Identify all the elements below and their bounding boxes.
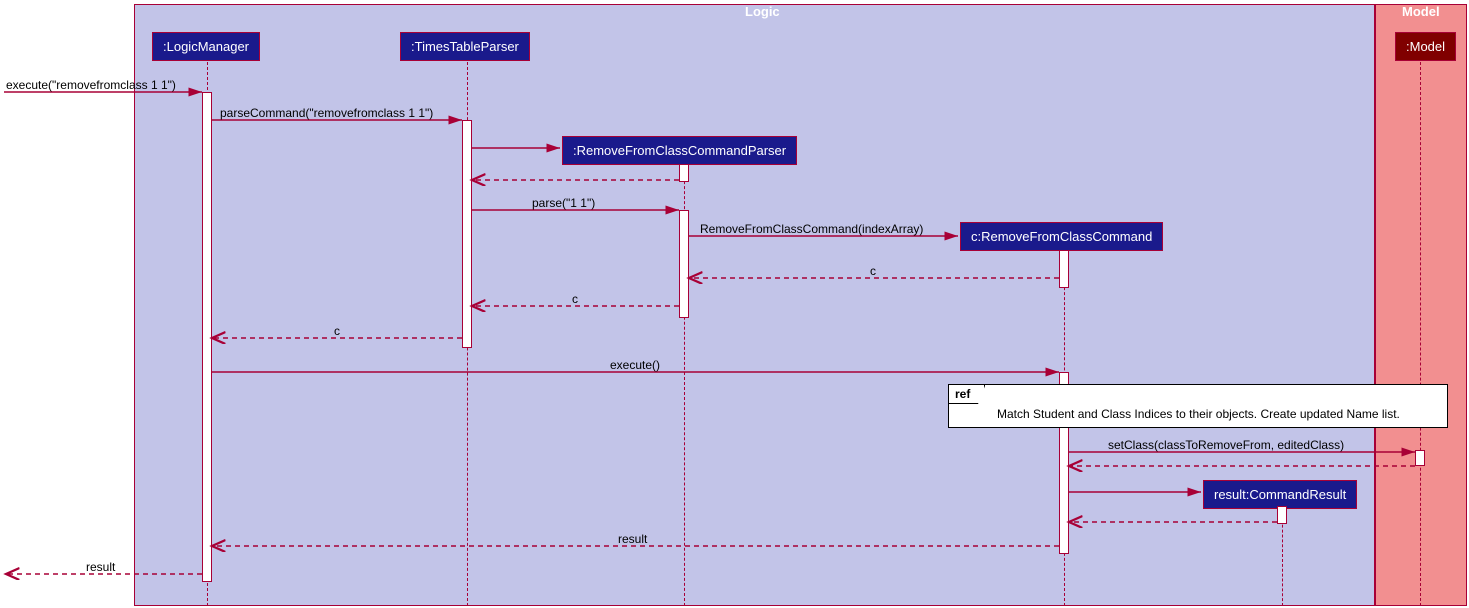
frame-model-title: Model bbox=[1402, 4, 1440, 19]
frame-model bbox=[1375, 4, 1467, 606]
activation-removeparser-2 bbox=[679, 210, 689, 318]
msg-removefromclasscommand: RemoveFromClassCommand(indexArray) bbox=[700, 222, 923, 236]
msg-execute: execute() bbox=[610, 358, 660, 372]
activation-removecmd-1 bbox=[1059, 250, 1069, 288]
participant-model: :Model bbox=[1395, 32, 1456, 61]
participant-removeparser: :RemoveFromClassCommandParser bbox=[562, 136, 797, 165]
participant-logicmanager: :LogicManager bbox=[152, 32, 260, 61]
ref-text: Match Student and Class Indices to their… bbox=[997, 407, 1400, 421]
msg-return-c2: c bbox=[572, 292, 578, 306]
ref-label: ref bbox=[949, 385, 985, 404]
msg-return-result1: result bbox=[618, 532, 647, 546]
activation-timestableparser bbox=[462, 120, 472, 348]
ref-fragment: ref Match Student and Class Indices to t… bbox=[948, 384, 1448, 428]
participant-cmdresult: result:CommandResult bbox=[1203, 480, 1357, 509]
participant-removecmd: c:RemoveFromClassCommand bbox=[960, 222, 1163, 251]
msg-return-result2: result bbox=[86, 560, 115, 574]
activation-removeparser-1 bbox=[679, 164, 689, 182]
msg-execute-in: execute("removefromclass 1 1") bbox=[6, 78, 176, 92]
lifeline-model bbox=[1420, 62, 1421, 606]
msg-return-c1: c bbox=[870, 264, 876, 278]
msg-return-c3: c bbox=[334, 324, 340, 338]
participant-timestableparser: :TimesTableParser bbox=[400, 32, 530, 61]
frame-logic-title: Logic bbox=[745, 4, 780, 19]
activation-logicmanager bbox=[202, 92, 212, 582]
lifeline-cmdresult bbox=[1282, 510, 1283, 606]
frame-logic bbox=[134, 4, 1375, 606]
msg-parsecommand: parseCommand("removefromclass 1 1") bbox=[220, 106, 433, 120]
msg-parse: parse("1 1") bbox=[532, 196, 595, 210]
activation-model bbox=[1415, 450, 1425, 466]
msg-setclass: setClass(classToRemoveFrom, editedClass) bbox=[1108, 438, 1344, 452]
activation-cmdresult bbox=[1277, 506, 1287, 524]
